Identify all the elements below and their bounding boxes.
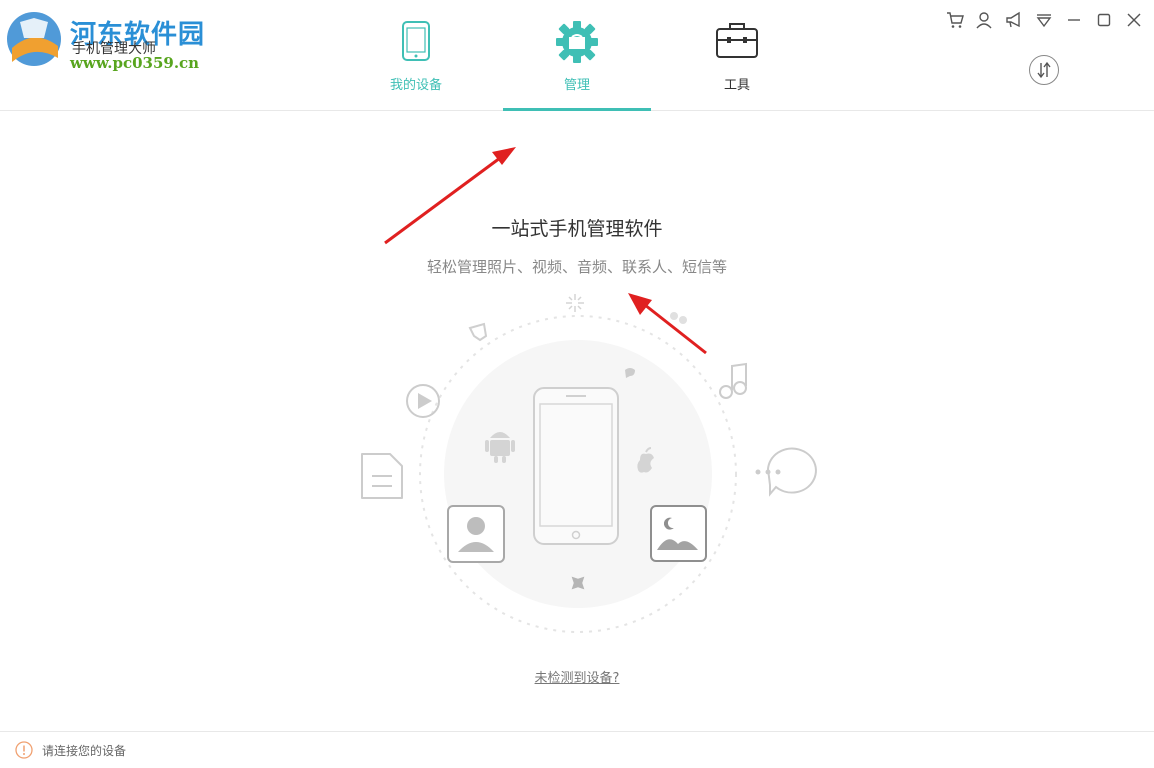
account-button[interactable] xyxy=(974,10,994,30)
header-bar: 河东软件园 手机管理大师 www.pc0359.cn 我的设备 管理 工具 xyxy=(0,0,1154,111)
bell-icon xyxy=(468,322,488,342)
warning-icon xyxy=(15,741,33,759)
watermark-url: www.pc0359.cn xyxy=(70,54,200,72)
music-note-icon xyxy=(719,362,747,399)
tab-my-devices[interactable]: 我的设备 xyxy=(342,0,490,110)
tab-label: 我的设备 xyxy=(389,78,442,93)
transfer-button[interactable] xyxy=(1029,55,1059,85)
main-content: 一站式手机管理软件 轻松管理照片、视频、音频、联系人、短信等 未检测到设备? xyxy=(0,111,1154,731)
tab-label: 工具 xyxy=(723,78,750,93)
sparkle-icon xyxy=(566,294,584,312)
announcement-button[interactable] xyxy=(1004,10,1024,30)
tab-label: 管理 xyxy=(563,78,590,93)
close-icon xyxy=(1127,13,1141,27)
chat-bubble-icon xyxy=(755,447,817,497)
maximize-button[interactable] xyxy=(1094,10,1114,30)
tab-manage[interactable]: 管理 xyxy=(503,0,651,111)
minimize-icon xyxy=(1068,19,1080,21)
app-window: 河东软件园 手机管理大师 www.pc0359.cn 我的设备 管理 工具 一站… xyxy=(0,0,1154,768)
toolbox-icon xyxy=(716,23,758,58)
maximize-icon xyxy=(1097,13,1111,27)
gear-icon xyxy=(556,21,598,63)
tab-tools[interactable]: 工具 xyxy=(663,0,811,110)
people-icon xyxy=(670,312,687,324)
subheadline: 轻松管理照片、视频、音频、联系人、短信等 xyxy=(426,258,727,276)
contact-icon xyxy=(447,505,505,563)
phone-outline-icon xyxy=(533,387,619,545)
device-not-detected-link[interactable]: 未检测到设备? xyxy=(0,667,1154,686)
headline: 一站式手机管理软件 xyxy=(491,218,663,240)
cart-button[interactable] xyxy=(945,10,965,30)
close-button[interactable] xyxy=(1124,10,1144,30)
cart-icon xyxy=(947,12,964,28)
device-illustration xyxy=(361,294,817,633)
play-icon xyxy=(406,384,440,418)
transfer-arrows-icon xyxy=(1037,61,1051,79)
document-icon xyxy=(361,453,403,499)
status-text: 请连接您的设备 xyxy=(42,744,127,758)
menu-dropdown-button[interactable] xyxy=(1034,10,1054,30)
status-bar: 请连接您的设备 xyxy=(0,731,1154,768)
watermark-logo-icon xyxy=(7,12,61,66)
user-icon xyxy=(976,12,992,29)
megaphone-icon xyxy=(1006,11,1020,28)
photo-icon xyxy=(650,505,707,562)
minimize-button[interactable] xyxy=(1064,10,1084,30)
logo-area: 河东软件园 手机管理大师 www.pc0359.cn xyxy=(4,6,214,72)
phone-icon xyxy=(402,21,430,61)
dropdown-icon xyxy=(1036,14,1052,28)
